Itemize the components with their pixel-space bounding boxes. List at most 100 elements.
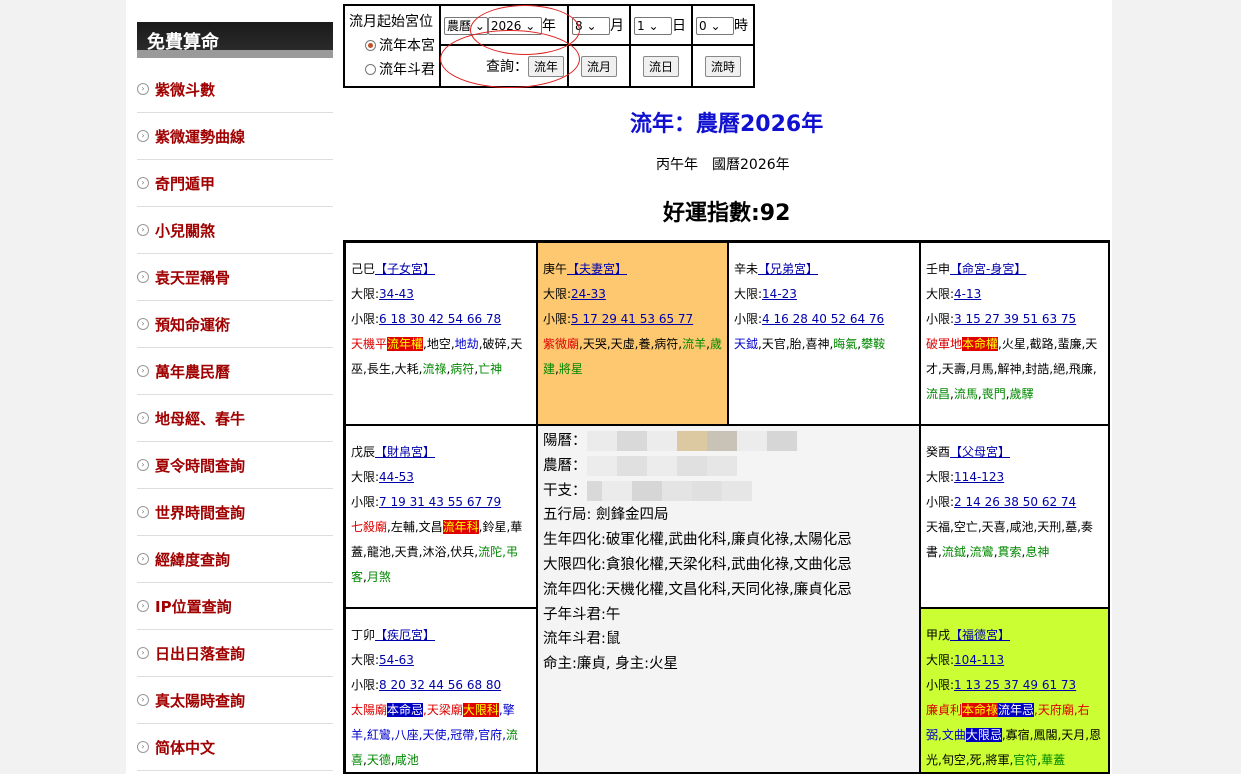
redacted-block <box>736 431 767 451</box>
palace-link[interactable]: 【夫妻宮】 <box>567 262 627 276</box>
liuyue-button[interactable]: 流月 <box>580 55 617 77</box>
sidebar-link[interactable]: IP位置查詢 <box>155 596 232 617</box>
sidebar-link[interactable]: 經緯度查詢 <box>155 549 230 570</box>
redacted-block <box>691 480 722 501</box>
sidebar-item[interactable]: › IP位置查詢 <box>137 583 333 630</box>
redacted-block <box>586 455 617 476</box>
redacted-block <box>616 455 647 476</box>
palace-link[interactable]: 【子女宮】 <box>375 262 435 276</box>
daxian-link[interactable]: 24-33 <box>571 287 606 301</box>
sidebar-link[interactable]: 紫微斗數 <box>155 79 215 100</box>
sidebar-link[interactable]: 小兒關煞 <box>155 220 215 241</box>
sidebar-item[interactable]: › 紫微運勢曲線 <box>137 113 333 160</box>
hour-unit: 時 <box>734 18 748 34</box>
star-list: 七殺廟,左輔,文昌流年科,鈴星,華 蓋,龍池,天貴,沐浴,伏兵,流陀,弔 客,月煞 <box>351 520 523 584</box>
daxian-link[interactable]: 114-123 <box>954 470 1004 484</box>
radio-selected-icon[interactable] <box>365 40 376 51</box>
day-select[interactable]: 1 ⌄ <box>634 17 672 35</box>
star-list: 紫微廟,天哭,天虛,養,病符,流羊,歲建,將星 <box>543 337 722 376</box>
sidebar-link[interactable]: 預知命運術 <box>155 314 230 335</box>
sidebar-link[interactable]: 地母經、春牛 <box>155 408 245 429</box>
xiaoxian-link[interactable]: 5 17 29 41 53 65 77 <box>571 312 693 326</box>
sidebar-item[interactable]: › 世界時間查詢 <box>137 489 333 536</box>
redacted-block <box>646 431 677 451</box>
daxian-link[interactable]: 44-53 <box>379 470 414 484</box>
daxian-link[interactable]: 14-23 <box>762 287 797 301</box>
sidebar-item[interactable]: › 日出日落查詢 <box>137 630 333 677</box>
sidebar-item[interactable]: › 萬年農民曆 <box>137 348 333 395</box>
sidebar-item[interactable]: › 紫微斗數 <box>137 66 333 113</box>
xiaoxian-link[interactable]: 6 18 30 42 54 66 78 <box>379 312 501 326</box>
sidebar-link[interactable]: 袁天罡稱骨 <box>155 267 230 288</box>
redacted-block <box>676 431 707 451</box>
xiaoxian-link[interactable]: 4 16 28 40 52 64 76 <box>762 312 884 326</box>
sidebar-item[interactable]: › 經緯度查詢 <box>137 536 333 583</box>
palace-link[interactable]: 【命宮-身宮】 <box>950 262 1026 276</box>
palace-spouse: 庚午【夫妻宮】 大限:24-33 小限:5 17 29 41 53 65 77 … <box>537 242 728 425</box>
redacted-block <box>646 455 677 476</box>
arrow-circle-icon: › <box>137 224 149 236</box>
sidebar-menu: › 紫微斗數 › 紫微運勢曲線 › 奇門遁甲 › 小兒關煞 › 袁天罡稱骨 › 預知命運術 › 萬年農民曆… <box>137 66 333 771</box>
sidebar-link[interactable]: 夏令時間查詢 <box>155 455 245 476</box>
radio-unselected-icon[interactable] <box>365 64 376 75</box>
arrow-circle-icon: › <box>137 177 149 189</box>
sidebar-item[interactable]: › 简体中文 <box>137 724 333 771</box>
xiaoxian-link[interactable]: 8 20 32 44 56 68 80 <box>379 678 501 692</box>
sidebar-link[interactable]: 简体中文 <box>155 737 215 758</box>
sidebar-item[interactable]: › 預知命運術 <box>137 301 333 348</box>
sidebar-item[interactable]: › 小兒關煞 <box>137 207 333 254</box>
star-list: 太陽廟本命忌,天梁廟大限科,擎 羊,紅鸞,八座,天使,冠帶,官府,流 喜,天德,咸池 <box>351 703 518 767</box>
palace-link[interactable]: 【福德宮】 <box>950 628 1010 642</box>
redacted-block <box>616 431 647 451</box>
daxian-link[interactable]: 34-43 <box>379 287 414 301</box>
daxian-sihua-row: 大限四化:貪狼化權,天梁化科,武曲化祿,文曲化忌 <box>543 556 852 573</box>
arrow-circle-icon: › <box>137 741 149 753</box>
sidebar-link[interactable]: 世界時間查詢 <box>155 502 245 523</box>
sidebar-item[interactable]: › 地母經、春牛 <box>137 395 333 442</box>
palace-health: 丁卯【疾厄宮】 大限:54-63 小限:8 20 32 44 56 68 80 … <box>345 608 537 772</box>
liunian-sihua-row: 流年四化:天機化權,文昌化科,天同化祿,廉貞化忌 <box>543 581 852 598</box>
sidebar-item[interactable]: › 夏令時間查詢 <box>137 442 333 489</box>
radio-liunian-doujun[interactable]: 流年斗君 <box>349 58 435 82</box>
ganzhi-row: 干支： <box>543 479 919 504</box>
liunian-doujun-row: 流年斗君:鼠 <box>543 631 621 648</box>
wuxing-row: 五行局: 劍鋒金四局 <box>543 507 669 524</box>
redacted-block <box>586 431 617 451</box>
xiaoxian-link[interactable]: 3 15 27 39 51 63 75 <box>954 312 1076 326</box>
xiaoxian-link[interactable]: 7 19 31 43 55 67 79 <box>379 495 501 509</box>
redacted-block <box>601 480 632 501</box>
daxian-link[interactable]: 54-63 <box>379 653 414 667</box>
page-title: 流年：農曆2026年 <box>630 112 824 137</box>
redacted-block <box>676 455 707 476</box>
sidebar-link[interactable]: 奇門遁甲 <box>155 173 215 194</box>
star-list: 天福,空亡,天喜,咸池,天刑,墓,奏 書,流鉞,流鸞,貫索,息神 <box>926 520 1093 559</box>
arrow-circle-icon: › <box>137 459 149 471</box>
palace-link[interactable]: 【財帛宮】 <box>375 445 435 459</box>
liushi-button[interactable]: 流時 <box>704 55 741 77</box>
sidebar-link[interactable]: 萬年農民曆 <box>155 361 230 382</box>
sidebar-title: 免費算命 <box>137 22 333 58</box>
palace-link[interactable]: 【父母宮】 <box>950 445 1010 459</box>
palace-children: 己巳【子女宮】 大限:34-43 小限:6 18 30 42 54 66 78 … <box>345 242 537 425</box>
daxian-link[interactable]: 4-13 <box>954 287 981 301</box>
redacted-block <box>721 480 752 501</box>
star-list: 天機平流年權,地空,地劫,破碎,天 巫,長生,大耗,流祿,病符,亡神 <box>351 337 523 376</box>
liuri-button[interactable]: 流日 <box>642 55 679 77</box>
sidebar-item[interactable]: › 袁天罡稱骨 <box>137 254 333 301</box>
palace-link[interactable]: 【兄弟宮】 <box>758 262 818 276</box>
sidebar-item[interactable]: › 真太陽時查詢 <box>137 677 333 724</box>
radio-liunian-bengong[interactable]: 流年本宮 <box>349 34 435 58</box>
liushi-cell: 流時 <box>691 44 755 88</box>
hour-select[interactable]: 0 ⌄ <box>696 17 734 35</box>
sidebar-link[interactable]: 真太陽時查詢 <box>155 690 245 711</box>
palace-wealth: 戊辰【財帛宮】 大限:44-53 小限:7 19 31 43 55 67 79 … <box>345 425 537 608</box>
annotation-circle-button <box>440 30 580 88</box>
xiaoxian-link[interactable]: 2 14 26 38 50 62 74 <box>954 495 1076 509</box>
daxian-link[interactable]: 104-113 <box>954 653 1004 667</box>
palace-link[interactable]: 【疾厄宮】 <box>375 628 435 642</box>
sidebar-item[interactable]: › 奇門遁甲 <box>137 160 333 207</box>
arrow-circle-icon: › <box>137 271 149 283</box>
sidebar-link[interactable]: 紫微運勢曲線 <box>155 126 245 147</box>
xiaoxian-link[interactable]: 1 13 25 37 49 61 73 <box>954 678 1076 692</box>
sidebar-link[interactable]: 日出日落查詢 <box>155 643 245 664</box>
